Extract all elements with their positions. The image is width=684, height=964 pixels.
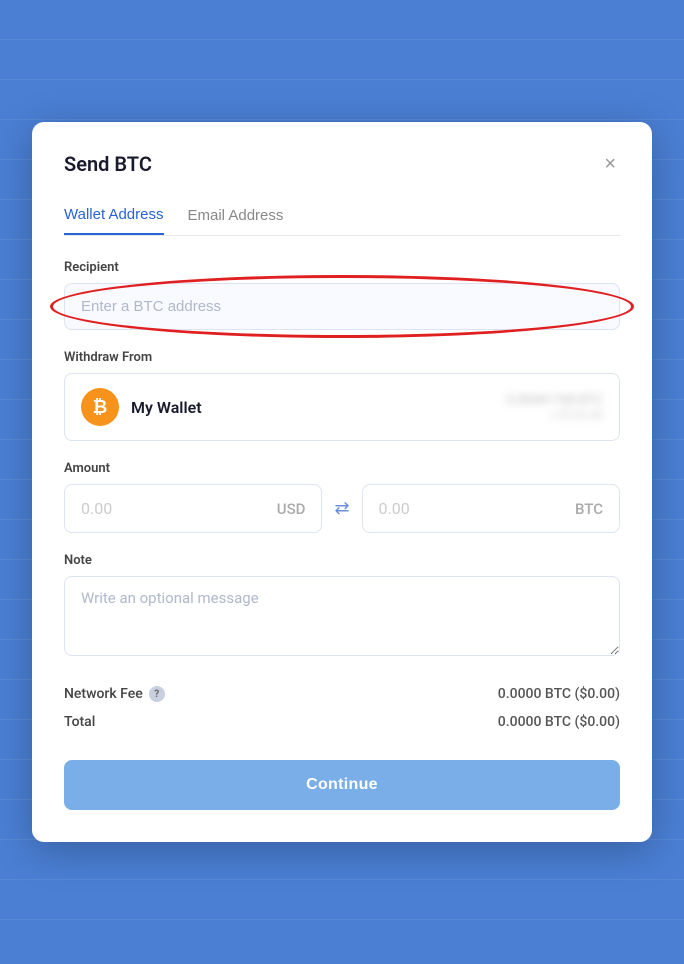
- recipient-wrapper: [64, 283, 620, 330]
- note-textarea[interactable]: [64, 576, 620, 656]
- amount-group: Amount 0.00 USD ⇄ 0.00 BTC: [64, 461, 620, 533]
- withdraw-from-label: Withdraw From: [64, 350, 620, 365]
- tab-wallet-address[interactable]: Wallet Address: [64, 198, 164, 235]
- usd-amount-box[interactable]: 0.00 USD: [64, 484, 322, 533]
- continue-button[interactable]: Continue: [64, 760, 620, 810]
- modal-title: Send BTC: [64, 152, 152, 176]
- amount-label: Amount: [64, 461, 620, 476]
- usd-currency: USD: [277, 500, 306, 518]
- send-btc-modal: Send BTC × Wallet Address Email Address …: [32, 122, 652, 842]
- total-label: Total: [64, 714, 95, 730]
- wallet-left: ₿ My Wallet: [81, 388, 202, 426]
- balance-btc: 0.00441768 BTC: [507, 393, 603, 408]
- btc-value: 0.00: [379, 499, 410, 518]
- amount-row: 0.00 USD ⇄ 0.00 BTC: [64, 484, 620, 533]
- total-value: 0.0000 BTC ($0.00): [498, 714, 620, 730]
- wallet-name: My Wallet: [131, 398, 202, 417]
- modal-header: Send BTC ×: [64, 150, 620, 178]
- btc-currency: BTC: [575, 500, 603, 518]
- btc-amount-box[interactable]: 0.00 BTC: [362, 484, 620, 533]
- note-label: Note: [64, 553, 620, 568]
- balance-usd: ≈ $123.45: [507, 408, 603, 422]
- network-fee-text: Network Fee: [64, 686, 143, 702]
- recipient-input[interactable]: [64, 283, 620, 330]
- recipient-group: Recipient: [64, 260, 620, 330]
- network-fee-value: 0.0000 BTC ($0.00): [498, 686, 620, 702]
- tab-bar: Wallet Address Email Address: [64, 198, 620, 236]
- wallet-balance: 0.00441768 BTC ≈ $123.45: [507, 393, 603, 422]
- close-button[interactable]: ×: [600, 150, 620, 178]
- note-group: Note: [64, 553, 620, 660]
- withdraw-from-group: Withdraw From ₿ My Wallet 0.00441768 BTC…: [64, 350, 620, 441]
- btc-logo-icon: ₿: [81, 388, 119, 426]
- total-row: Total 0.0000 BTC ($0.00): [64, 708, 620, 736]
- usd-value: 0.00: [81, 499, 112, 518]
- recipient-label: Recipient: [64, 260, 620, 275]
- network-fee-row: Network Fee ? 0.0000 BTC ($0.00): [64, 680, 620, 708]
- network-fee-label: Network Fee ?: [64, 686, 165, 702]
- wallet-selector[interactable]: ₿ My Wallet 0.00441768 BTC ≈ $123.45: [64, 373, 620, 441]
- network-fee-help-icon[interactable]: ?: [149, 686, 165, 702]
- swap-icon[interactable]: ⇄: [334, 498, 349, 519]
- tab-email-address[interactable]: Email Address: [188, 198, 284, 235]
- fee-section: Network Fee ? 0.0000 BTC ($0.00) Total 0…: [64, 680, 620, 736]
